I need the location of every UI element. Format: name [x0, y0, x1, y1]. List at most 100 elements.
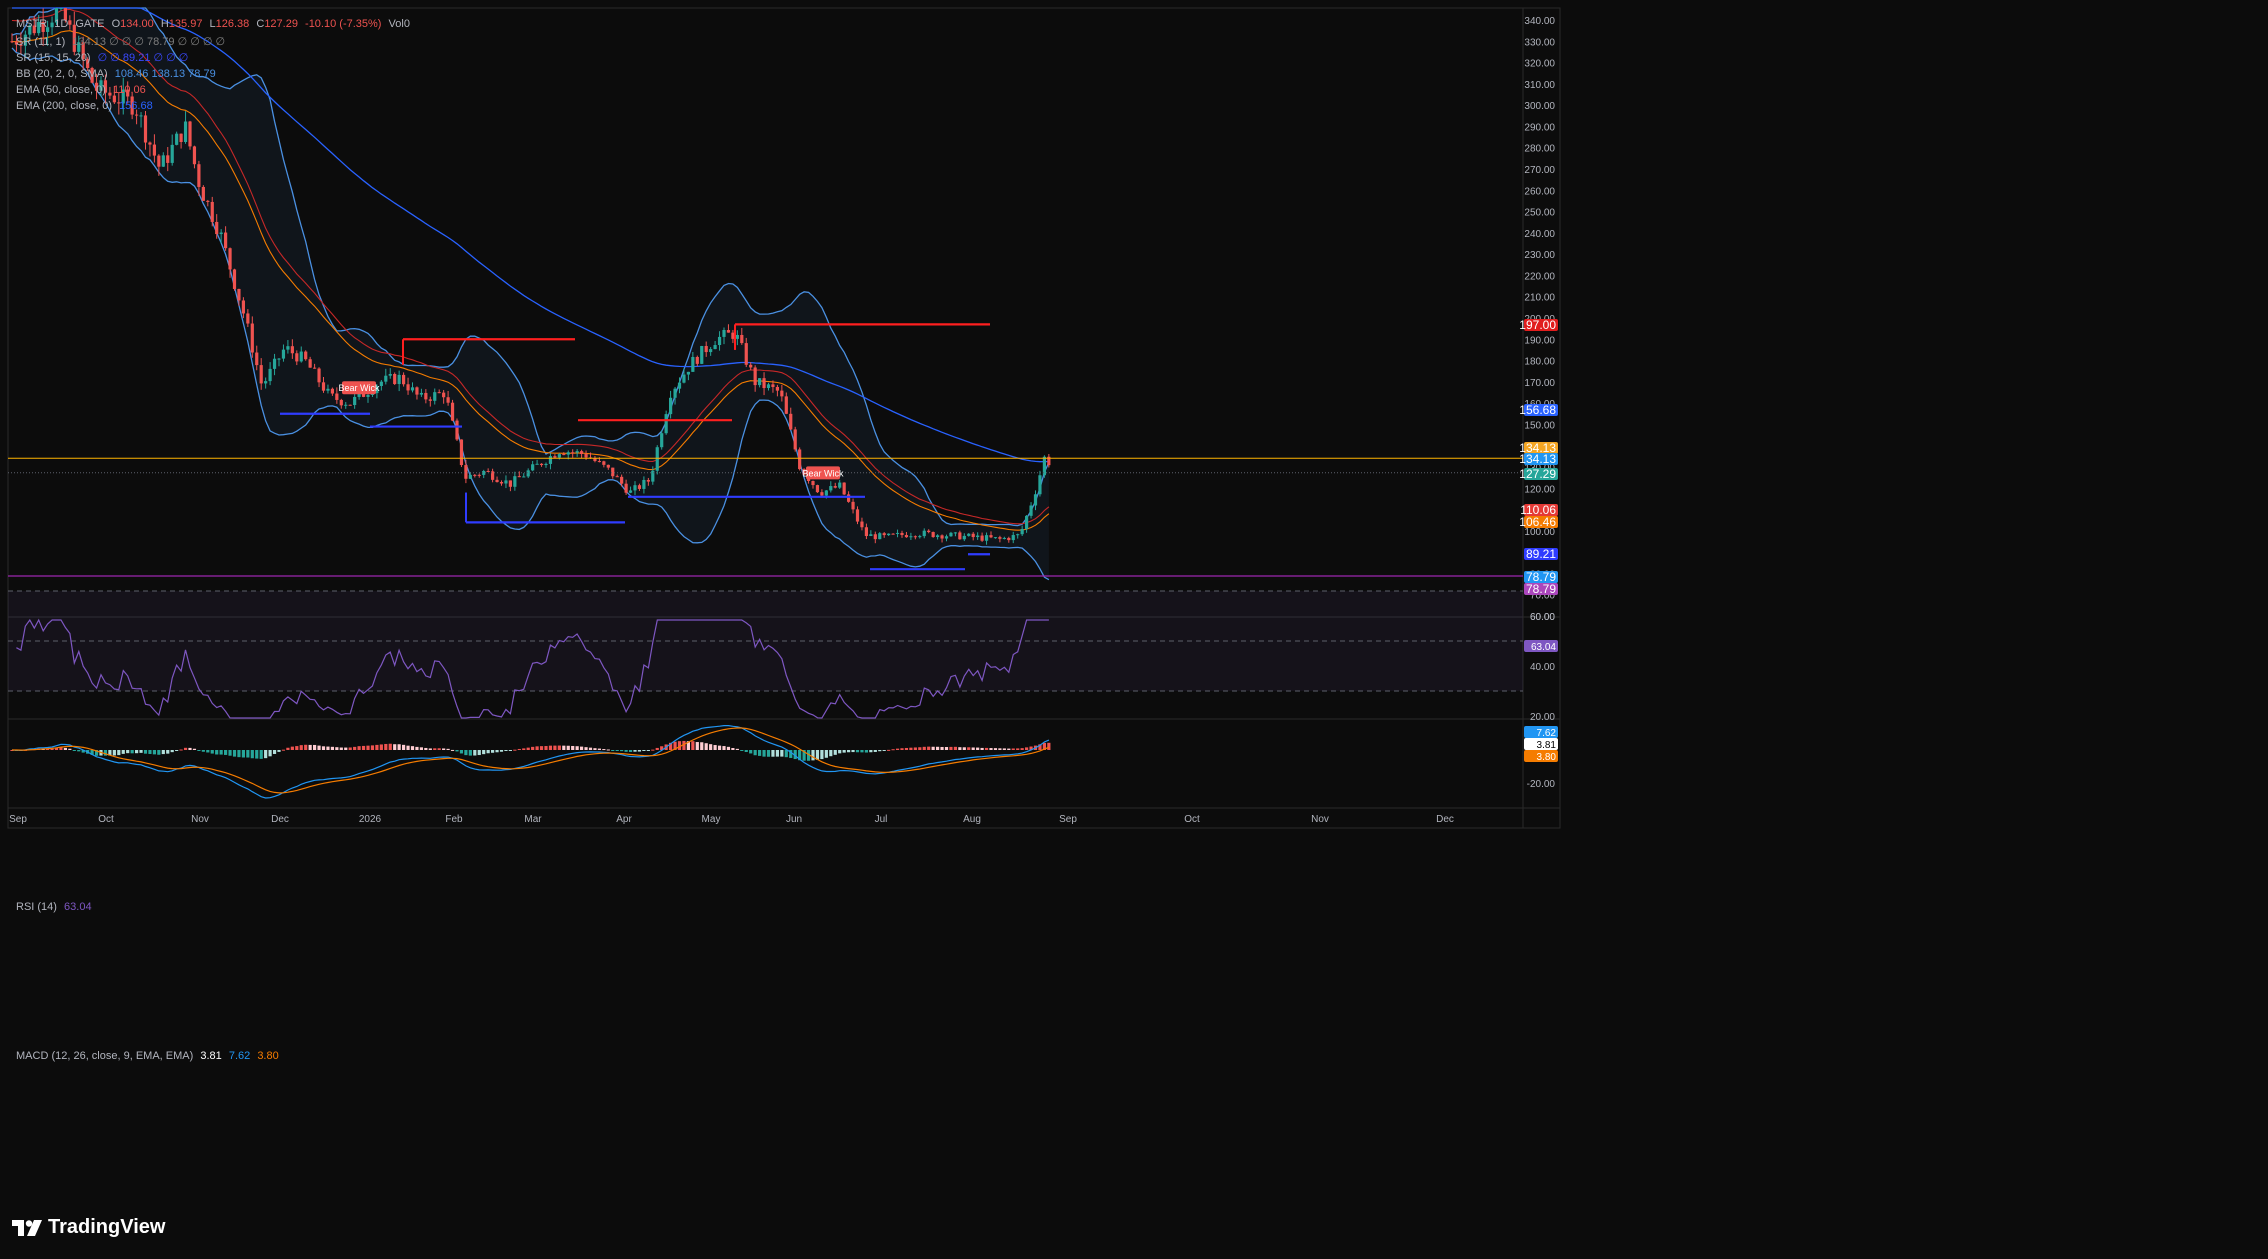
candle-body [393, 373, 397, 385]
macd-histogram-bar [918, 747, 922, 750]
tradingview-logo[interactable]: TradingView [12, 1216, 165, 1239]
candle-body [250, 323, 254, 353]
candle-body [695, 356, 699, 364]
candle-body [931, 532, 935, 538]
candle-body [887, 533, 891, 536]
price-tick-label: 240.00 [1524, 229, 1555, 240]
macd-histogram-bar [655, 747, 659, 750]
macd-histogram-bar [313, 744, 317, 750]
time-tick-label: Aug [963, 814, 981, 825]
candle-body [762, 378, 766, 389]
candle-body [967, 533, 971, 536]
macd-histogram-bar [949, 746, 953, 750]
macd-histogram-bar [1002, 748, 1006, 750]
candle-body [366, 394, 370, 397]
macd-histogram-bar [548, 745, 553, 750]
rsi-legend[interactable]: RSI (14) 63.04 [16, 899, 96, 915]
indicator-legend-sr1[interactable]: SR (11, 1) 134.13 ∅ ∅ ∅ 78.79 ∅ ∅ ∅ ∅ [16, 34, 229, 50]
candle-body [286, 346, 290, 350]
candle-body [624, 483, 628, 493]
change-value: -10.10 (-7.35%) [305, 18, 382, 30]
macd-histogram-bar [976, 747, 980, 750]
candle-body [379, 381, 383, 387]
candle-body [455, 420, 459, 440]
candle-body [433, 392, 437, 401]
macd-histogram-bar [704, 743, 708, 750]
candle-body [135, 114, 139, 116]
macd-histogram-bar [531, 746, 535, 750]
candle-body [468, 474, 472, 479]
indicator-legend-ema200[interactable]: EMA (200, close, 0) 156.68 [16, 98, 157, 114]
macd-histogram-bar [584, 747, 588, 750]
candle-body [855, 509, 860, 522]
candle-body [281, 349, 286, 359]
candle-body [442, 392, 446, 398]
macd-histogram-bar [192, 748, 197, 750]
price-tick-label: 300.00 [1524, 101, 1555, 112]
candle-body [290, 346, 294, 354]
candle-body [419, 392, 423, 395]
candle-body [224, 232, 228, 249]
symbol-label[interactable]: MSTR [16, 18, 47, 30]
price-tick-label: 220.00 [1524, 271, 1555, 282]
candle-body [384, 375, 388, 382]
candle-body [749, 364, 753, 368]
candle-body [148, 142, 152, 145]
candle-body [793, 429, 797, 450]
macd-histogram-bar [1007, 748, 1011, 750]
candle-body [437, 392, 441, 394]
macd-histogram-bar [117, 750, 121, 756]
candle-body [424, 392, 428, 400]
candle-body [504, 480, 508, 484]
candle-body [646, 479, 650, 482]
macd-histogram-bar [415, 746, 419, 750]
macd-histogram-bar [482, 750, 486, 755]
candle-body [10, 41, 14, 43]
macd-histogram-bar [615, 750, 619, 751]
macd-histogram-bar [726, 746, 731, 750]
indicator-legend-bb[interactable]: BB (20, 2, 0, SMA) 108.46 138.13 78.79 [16, 66, 220, 82]
macd-histogram-bar [450, 749, 455, 751]
macd-histogram-bar [860, 750, 864, 753]
candle-body [980, 535, 984, 541]
time-tick-label: Jun [786, 814, 802, 825]
price-tick-label: 170.00 [1524, 378, 1555, 389]
macd-histogram-bar [735, 748, 739, 750]
time-tick-label: Dec [1436, 814, 1454, 825]
chart-svg[interactable]: 340.00 330.00 320.00 310.00 300.00 290.00 280.… [0, 0, 2268, 1259]
macd-legend[interactable]: MACD (12, 26, close, 9, EMA, EMA) 3.81 7… [16, 1048, 283, 1064]
macd-value-label-text: 7.62 [1537, 728, 1557, 739]
macd-histogram-bar [504, 750, 508, 752]
macd-histogram-bar [824, 750, 828, 758]
macd-histogram-bar [628, 750, 633, 752]
candle-body [900, 532, 904, 536]
candle-body [428, 399, 432, 401]
macd-histogram-bar [366, 745, 370, 750]
macd-value-label-text: 3.81 [1537, 740, 1557, 751]
interval-label[interactable]: 1D [54, 18, 68, 30]
candle-body [660, 433, 664, 448]
candle-body [335, 393, 339, 400]
indicator-legend-ema50[interactable]: EMA (50, close, 0) 110.06 [16, 82, 150, 98]
macd-histogram-bar [361, 745, 366, 750]
indicator-legend-sr2[interactable]: SR (15, 15, 20) ∅ ∅ 89.21 ∅ ∅ ∅ [16, 50, 192, 66]
macd-histogram-bar [851, 750, 855, 753]
candle-body [339, 399, 343, 406]
candle-body [962, 535, 966, 540]
macd-histogram-bar [833, 750, 837, 755]
macd-histogram-bar [348, 747, 352, 750]
macd-histogram-bar [882, 750, 886, 751]
macd-histogram-bar [126, 750, 130, 754]
candle-body [958, 532, 962, 540]
candle-body [717, 336, 722, 346]
time-tick-label: Mar [524, 814, 542, 825]
macd-histogram-bar [909, 747, 913, 750]
indicator-values: 110.06 [112, 84, 146, 96]
macd-histogram-bar [597, 748, 601, 750]
candle-body [580, 451, 584, 455]
candle-body [878, 533, 882, 540]
macd-histogram-bar [922, 746, 926, 750]
macd-histogram-bar [410, 746, 415, 750]
macd-histogram-bar [913, 747, 917, 750]
candle-body [798, 449, 802, 470]
